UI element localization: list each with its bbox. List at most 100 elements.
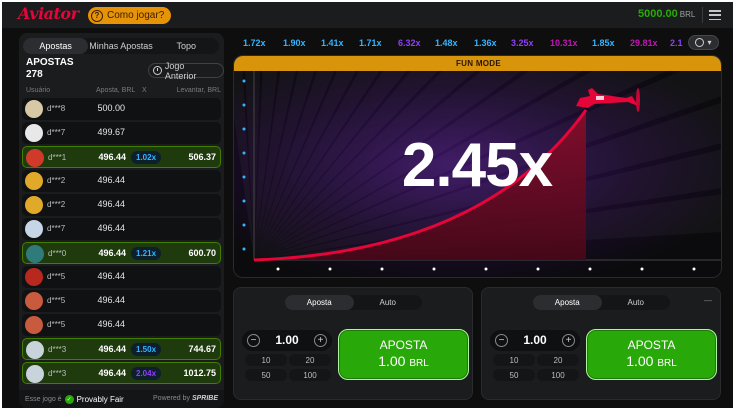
spribe-logo: SPRIBE bbox=[191, 395, 218, 402]
quick-bet-20[interactable]: 20 bbox=[289, 354, 331, 366]
bet-mode-tabs: Aposta Auto bbox=[285, 295, 422, 310]
increase-button[interactable]: + bbox=[562, 334, 575, 347]
history-multiplier[interactable]: 1.72x bbox=[243, 35, 266, 51]
cashout-multiplier: 1.02x bbox=[131, 151, 162, 164]
x-axis-dot bbox=[328, 267, 332, 271]
quick-bet-50[interactable]: 50 bbox=[493, 369, 535, 381]
history-clock-icon bbox=[153, 66, 162, 75]
history-multiplier[interactable]: 1.36x bbox=[474, 35, 497, 51]
history-multiplier[interactable]: 2.1 bbox=[670, 35, 683, 51]
history-multiplier[interactable]: 1.90x bbox=[283, 35, 306, 51]
y-axis-dot bbox=[242, 79, 246, 83]
x-axis-dot bbox=[380, 267, 384, 271]
quick-bet-100[interactable]: 100 bbox=[537, 369, 579, 381]
history-multiplier[interactable]: 1.48x bbox=[435, 35, 458, 51]
place-bet-button[interactable]: APOSTA 1.00 BRL bbox=[338, 329, 469, 380]
tab-auto[interactable]: Auto bbox=[354, 295, 423, 310]
tab-my-bets[interactable]: Minhas Apostas bbox=[88, 38, 153, 54]
place-bet-label: APOSTA bbox=[379, 338, 428, 352]
divider bbox=[702, 7, 703, 23]
clock-icon bbox=[695, 38, 705, 47]
cashout-multiplier: 1.21x bbox=[131, 247, 162, 260]
history-multiplier[interactable]: 29.81x bbox=[630, 35, 658, 51]
quick-bet-20[interactable]: 20 bbox=[537, 354, 579, 366]
quick-bet-10[interactable]: 10 bbox=[493, 354, 535, 366]
chevron-down-icon: ▾ bbox=[707, 38, 712, 47]
remove-panel-button[interactable]: — bbox=[704, 296, 712, 305]
cashout-amount: 1012.75 bbox=[183, 368, 216, 378]
history-multiplier[interactable]: 1.85x bbox=[592, 35, 615, 51]
place-bet-button[interactable]: APOSTA 1.00 BRL bbox=[586, 329, 717, 380]
quick-bet-100[interactable]: 100 bbox=[289, 369, 331, 381]
place-bet-currency: BRL bbox=[409, 358, 429, 369]
y-axis-dot bbox=[242, 103, 246, 107]
bet-row: d***2 496.44 bbox=[22, 194, 221, 216]
tab-auto[interactable]: Auto bbox=[602, 295, 671, 310]
hamburger-menu-icon[interactable] bbox=[709, 10, 721, 20]
bet-user: d***7 bbox=[47, 224, 66, 233]
tab-bet[interactable]: Aposta bbox=[533, 295, 602, 310]
how-to-play-label: Como jogar? bbox=[107, 10, 165, 21]
tab-all-bets[interactable]: Apostas bbox=[23, 38, 89, 54]
history-multiplier[interactable]: 3.25x bbox=[511, 35, 534, 51]
x-axis-dot bbox=[692, 267, 696, 271]
bet-row: d***2 496.44 bbox=[22, 170, 221, 192]
bet-amount-input[interactable]: 1.00 bbox=[514, 333, 556, 347]
previous-game-label: Jogo Anterior bbox=[164, 60, 197, 81]
cashout-amount: 506.37 bbox=[188, 152, 216, 162]
history-toggle-button[interactable]: ▾ bbox=[688, 35, 719, 50]
cashout-multiplier: 1.50x bbox=[131, 343, 162, 356]
history-multiplier[interactable]: 10.31x bbox=[550, 35, 578, 51]
bet-amount: 496.44 bbox=[97, 199, 125, 209]
tab-bet[interactable]: Aposta bbox=[285, 295, 354, 310]
top-bar: Aviator ? Como jogar? 5000.00 BRL bbox=[2, 2, 733, 28]
bets-count: 278 bbox=[26, 69, 43, 80]
previous-game-button[interactable]: Jogo Anterior bbox=[148, 60, 224, 81]
bets-column-headers: Usuário Aposta, BRL X Levantar, BRL bbox=[26, 87, 221, 97]
bet-user: d***1 bbox=[48, 153, 67, 162]
bet-row: d***5 496.44 bbox=[22, 314, 221, 336]
bet-user: d***5 bbox=[47, 272, 66, 281]
bet-user: d***2 bbox=[47, 200, 66, 209]
bets-tabs: Apostas Minhas Apostas Topo bbox=[23, 38, 219, 54]
avatar bbox=[25, 220, 43, 238]
fun-mode-banner: FUN MODE bbox=[234, 56, 721, 71]
place-bet-amount: 1.00 bbox=[626, 353, 654, 369]
col-cashout: Levantar, BRL bbox=[176, 87, 221, 94]
question-icon: ? bbox=[91, 9, 103, 22]
bet-row: d***0 496.44 1.21x 600.70 bbox=[22, 242, 221, 264]
history-multiplier[interactable]: 6.32x bbox=[398, 35, 421, 51]
balance-display: 5000.00 BRL bbox=[638, 8, 695, 20]
how-to-play-button[interactable]: ? Como jogar? bbox=[88, 7, 172, 24]
bet-amount: 499.67 bbox=[97, 127, 125, 137]
bet-amount-input[interactable]: 1.00 bbox=[266, 333, 308, 347]
quick-bet-50[interactable]: 50 bbox=[245, 369, 287, 381]
bet-user: d***2 bbox=[47, 176, 66, 185]
aviator-logo[interactable]: Aviator bbox=[18, 4, 79, 23]
bet-row: d***8 500.00 bbox=[22, 98, 221, 120]
decrease-button[interactable]: − bbox=[247, 334, 260, 347]
col-x: X bbox=[142, 87, 147, 94]
quick-bet-10[interactable]: 10 bbox=[245, 354, 287, 366]
bet-amount: 496.44 bbox=[98, 152, 126, 162]
provably-fair-link[interactable]: Esse jogo é ✓ Provably Fair bbox=[25, 395, 124, 404]
history-multiplier[interactable]: 1.41x bbox=[321, 35, 344, 51]
history-multiplier[interactable]: 1.71x bbox=[359, 35, 382, 51]
x-axis-dot bbox=[484, 267, 488, 271]
x-axis-dot bbox=[536, 267, 540, 271]
bet-panel-1: Aposta Auto − 1.00 + 10 20 50 100 APOSTA… bbox=[233, 287, 473, 400]
bet-amount-stepper: − 1.00 + bbox=[490, 330, 580, 351]
bet-amount: 496.44 bbox=[98, 344, 126, 354]
place-bet-amount-line: 1.00 BRL bbox=[339, 353, 468, 369]
provably-fair-label: Provably Fair bbox=[76, 395, 124, 404]
tab-top[interactable]: Topo bbox=[154, 38, 219, 54]
decrease-button[interactable]: − bbox=[495, 334, 508, 347]
cashout-amount: 600.70 bbox=[188, 248, 216, 258]
bet-amount: 496.44 bbox=[97, 295, 125, 305]
current-multiplier: 2.45x bbox=[401, 131, 553, 200]
bet-user: d***3 bbox=[48, 345, 67, 354]
increase-button[interactable]: + bbox=[314, 334, 327, 347]
bet-amount: 496.44 bbox=[97, 319, 125, 329]
y-axis-dot bbox=[242, 223, 246, 227]
bet-user: d***3 bbox=[48, 369, 67, 378]
